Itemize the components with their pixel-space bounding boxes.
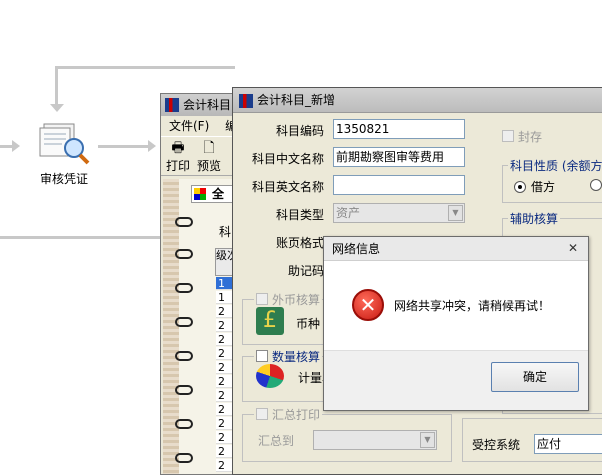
arrow-down-icon — [50, 104, 64, 112]
cn-name-label: 科目中文名称 — [251, 152, 324, 166]
control-select[interactable]: 应付 — [534, 434, 602, 454]
credit-radio[interactable] — [590, 178, 602, 192]
aux-group-title: 辅助核算 — [508, 210, 561, 227]
preview-icon: 🗋 — [203, 140, 215, 156]
foreign-checkbox — [256, 293, 268, 305]
qty-checkbox[interactable] — [256, 350, 268, 362]
seal-checkbox: 封存 — [502, 128, 542, 145]
flow-line-bottom — [0, 236, 165, 239]
arrow-right-icon — [148, 140, 156, 152]
summary-group-label: 汇总打印 — [272, 408, 321, 422]
summary-to-select: ▼ — [313, 430, 437, 450]
seal-checkbox-box — [502, 130, 514, 142]
message-titlebar[interactable]: 网络信息 ✕ — [324, 237, 588, 261]
arrow-right-icon — [12, 140, 20, 152]
nature-group-title: 科目性质 (余额方向) — [508, 157, 602, 174]
account-type-label: 科目类型 — [275, 208, 324, 222]
audit-voucher-icon — [39, 123, 90, 165]
message-footer: 确定 — [324, 350, 588, 410]
audit-voucher-node[interactable] — [38, 118, 94, 168]
preview-label: 预览 — [196, 159, 221, 173]
error-icon: ✕ — [352, 289, 384, 321]
dialog-titlebar[interactable]: 会计科目_新增 — [233, 88, 602, 113]
binder-ring — [175, 453, 193, 463]
chevron-down-icon: ▼ — [448, 205, 463, 221]
ok-button[interactable]: 确定 — [491, 362, 579, 392]
tab-color-icon — [194, 188, 206, 200]
binder-ring — [175, 249, 193, 259]
account-code-input[interactable]: 1350821 — [333, 119, 465, 139]
summary-to-label: 汇总到 — [258, 434, 295, 448]
dialog-title: 会计科目_新增 — [257, 93, 336, 107]
printer-icon: 🖶 — [171, 140, 185, 156]
control-label: 受控系统 — [472, 438, 521, 452]
qty-group-title: 数量核算 — [254, 348, 323, 365]
account-type-value: 资产 — [336, 206, 361, 220]
menu-file[interactable]: 文件(F) — [169, 119, 209, 133]
en-name-label: 科目英文名称 — [251, 180, 324, 194]
account-type-select: 资产 ▼ — [333, 203, 465, 223]
en-name-input[interactable] — [333, 175, 465, 195]
binder-ring — [175, 351, 193, 361]
binder-ring — [175, 385, 193, 395]
seal-label: 封存 — [518, 130, 543, 144]
binder-ring — [175, 283, 193, 293]
flow-line-entry — [0, 145, 12, 148]
credit-radio-dot — [590, 179, 602, 191]
debit-radio-dot — [514, 181, 526, 193]
account-code-label: 科目编码 — [275, 124, 324, 138]
qty-group-label: 数量核算 — [272, 350, 321, 364]
flow-line-top — [57, 66, 235, 69]
subject-label: 科 — [219, 225, 232, 239]
message-title: 网络信息 — [332, 242, 381, 256]
debit-label: 借方 — [531, 180, 556, 194]
cn-name-input[interactable]: 前期勘察图审等费用 — [333, 147, 465, 167]
close-icon[interactable]: ✕ — [564, 239, 582, 257]
page-format-label: 账页格式 — [275, 236, 324, 250]
unit-icon — [256, 364, 284, 388]
foreign-group-title: 外币核算 — [254, 291, 323, 308]
print-label: 打印 — [165, 159, 190, 173]
app-icon — [165, 98, 179, 112]
summary-checkbox — [256, 408, 268, 420]
flow-line-right — [98, 145, 148, 148]
back-window-title: 会计科目 — [183, 98, 232, 112]
mnemonic-label: 助记码 — [287, 264, 324, 278]
binder-ring — [175, 217, 193, 227]
audit-voucher-label[interactable]: 审核凭证 — [40, 170, 88, 187]
currency-icon: £ — [256, 307, 284, 335]
tab-all-label: 全 — [212, 187, 225, 201]
binder-ring — [175, 419, 193, 429]
chevron-down-icon: ▼ — [420, 432, 435, 448]
message-text: 网络共享冲突，请稍候再试！ — [394, 299, 551, 313]
print-button[interactable]: 🖶 打印 — [163, 139, 193, 173]
debit-radio[interactable]: 借方 — [514, 178, 555, 195]
control-value: 应付 — [537, 437, 562, 451]
network-error-dialog: 网络信息 ✕ ✕ 网络共享冲突，请稍候再试！ 确定 — [323, 236, 589, 411]
foreign-group-label: 外币核算 — [272, 293, 321, 307]
summary-group-title: 汇总打印 — [254, 406, 323, 423]
app-icon — [239, 94, 253, 108]
currency-label: 币种 — [296, 317, 321, 331]
preview-button[interactable]: 🗋 预览 — [194, 139, 224, 173]
binder-ring — [175, 317, 193, 327]
